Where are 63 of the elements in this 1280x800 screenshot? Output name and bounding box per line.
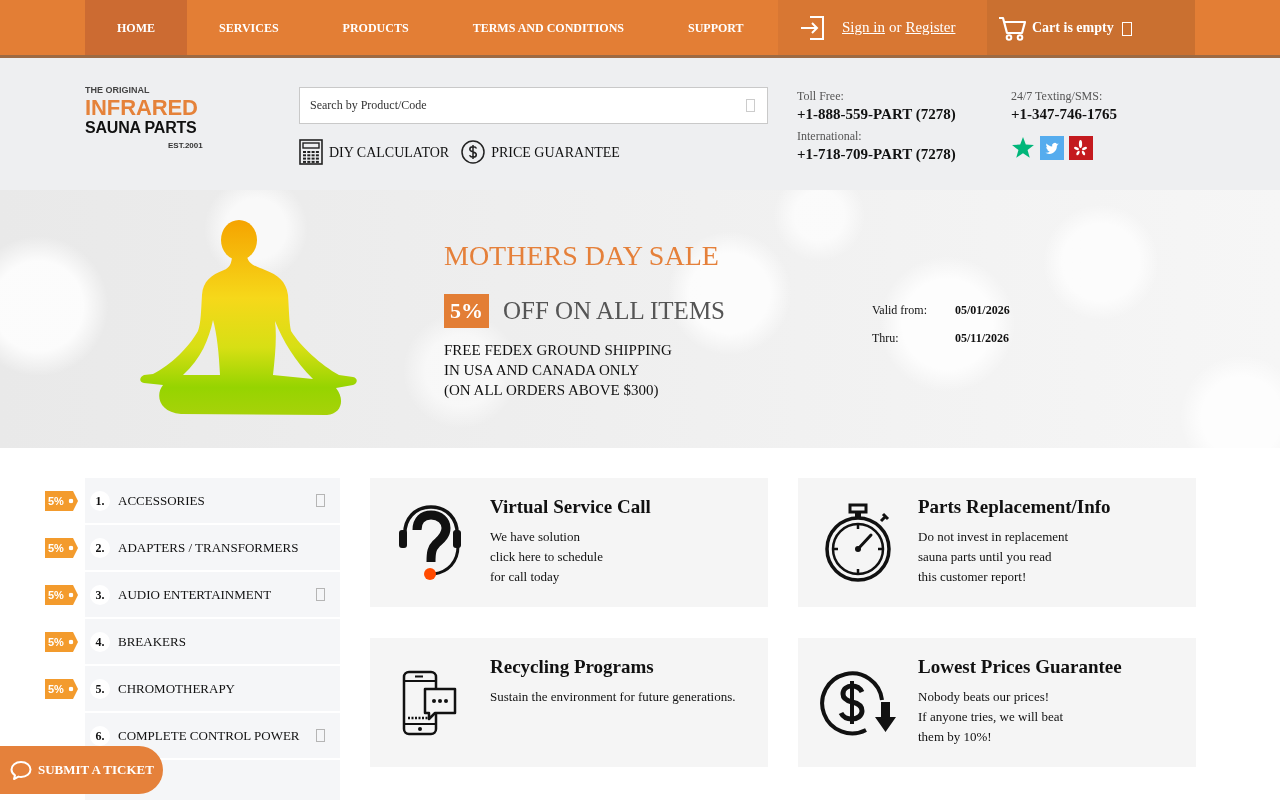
phone-number: +1-718-709-PART (7278) (797, 145, 956, 164)
separator-text: or (888, 18, 902, 38)
card-description: Sustain the environment for future generations. (490, 688, 736, 706)
square-icon[interactable] (316, 494, 325, 507)
service-card[interactable]: Recycling Programs Sustain the environment for future generations. (370, 638, 768, 767)
sign-in-icon[interactable] (800, 14, 826, 41)
cart-icon[interactable] (998, 14, 1026, 41)
logo-subname: SAUNA PARTS (85, 119, 197, 137)
phone-chat-icon (402, 669, 458, 736)
discount-badge: 5% (444, 293, 489, 328)
validity-date: 05/01/2026 (955, 302, 1010, 319)
service-card[interactable]: Virtual Service Call We have solution click here to schedule for call today (370, 478, 768, 607)
discount-tag: 5% (45, 679, 78, 699)
cart-button[interactable]: Cart is empty (987, 0, 1195, 55)
burst-icon[interactable] (1069, 136, 1093, 160)
card-title: Virtual Service Call (490, 495, 651, 519)
header-link[interactable]: PRICE GUARANTEE (461, 139, 620, 165)
phone-label: Toll Free: (797, 88, 844, 104)
star-icon[interactable] (1011, 136, 1035, 160)
sale-headline: OFF ON ALL ITEMS (503, 296, 725, 326)
bird-icon[interactable] (1040, 136, 1064, 160)
card-title: Parts Replacement/Info (918, 495, 1111, 519)
square-icon[interactable] (316, 729, 325, 742)
square-icon[interactable] (316, 588, 325, 601)
dollar-circle-icon[interactable] (461, 140, 486, 164)
sale-title: MOTHERS DAY SALE (444, 239, 719, 273)
service-card[interactable]: Lowest Prices Guarantee Nobody beats our prices! If anyone tries, we will beat them by 10%! (798, 638, 1196, 767)
discount-tag: 5% (45, 491, 78, 511)
phone-label: 24/7 Texting/SMS: (1011, 88, 1103, 104)
phone-number: +1-888-559-PART (7278) (797, 105, 956, 124)
card-description: Do not invest in replacement sauna parts until you read this customer report! (918, 528, 1069, 586)
shipping-note: FREE FEDEX GROUND SHIPPING IN USA AND CANADA ONLY (ON ALL ORDERS ABOVE $300) (444, 340, 672, 400)
item-number: 2. (90, 537, 110, 558)
square-icon[interactable] (746, 99, 755, 112)
dollar-arrow-icon (820, 669, 896, 736)
phone-number: +1-347-746-1765 (1011, 105, 1118, 124)
card-title: Recycling Programs (490, 655, 654, 679)
validity-label: Thru: (872, 330, 900, 347)
service-card[interactable]: Parts Replacement/Info Do not invest in replacement sauna parts until you read this customer report! (798, 478, 1196, 607)
logo-year: EST.2001 (168, 141, 203, 151)
discount-tag: 5% (45, 538, 78, 558)
card-description: We have solution click here to schedule for call today (490, 528, 603, 586)
discount-tag: 5% (45, 632, 78, 652)
headset-question-icon (398, 503, 462, 582)
logo-tagline: THE ORIGINAL (85, 85, 150, 96)
header-link[interactable]: DIY CALCULATOR (299, 139, 450, 165)
validity-date: 05/11/2026 (955, 330, 1009, 347)
card-description: Nobody beats our prices! If anyone tries, we will beat them by 10%! (918, 688, 1064, 746)
calculator-icon[interactable] (299, 139, 323, 165)
card-title: Lowest Prices Guarantee (918, 655, 1122, 679)
chat-bubble-icon[interactable] (10, 760, 32, 780)
logo-name: INFRARED (85, 96, 198, 119)
item-number: 5. (90, 678, 110, 699)
discount-tag: 5% (45, 585, 78, 605)
validity-label: Valid from: (872, 302, 928, 319)
stopwatch-icon (824, 502, 892, 583)
item-number: 4. (90, 631, 110, 652)
item-number: 1. (90, 490, 110, 511)
search-field[interactable]: Search by Product/Code (299, 87, 768, 124)
nav-tab[interactable]: HOME (85, 0, 187, 55)
item-number: 6. (90, 725, 110, 746)
phone-label: International: (797, 128, 862, 144)
item-number: 3. (90, 584, 110, 605)
